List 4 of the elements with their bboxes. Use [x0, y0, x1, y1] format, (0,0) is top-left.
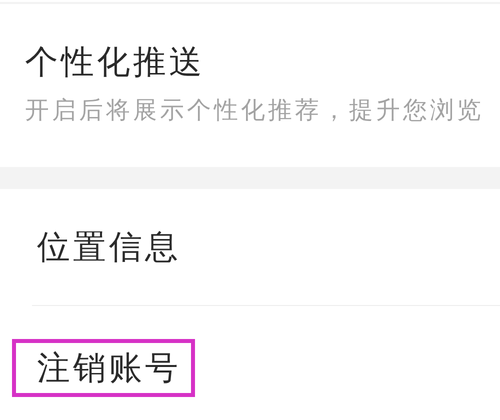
setting-title[interactable]: 注销账号 [37, 350, 181, 386]
setting-title[interactable]: 位置信息 [12, 229, 500, 265]
setting-title[interactable]: 个性化推送 [25, 44, 500, 80]
setting-description: 开启后将展示个性化推荐，提升您浏览 [25, 96, 485, 124]
